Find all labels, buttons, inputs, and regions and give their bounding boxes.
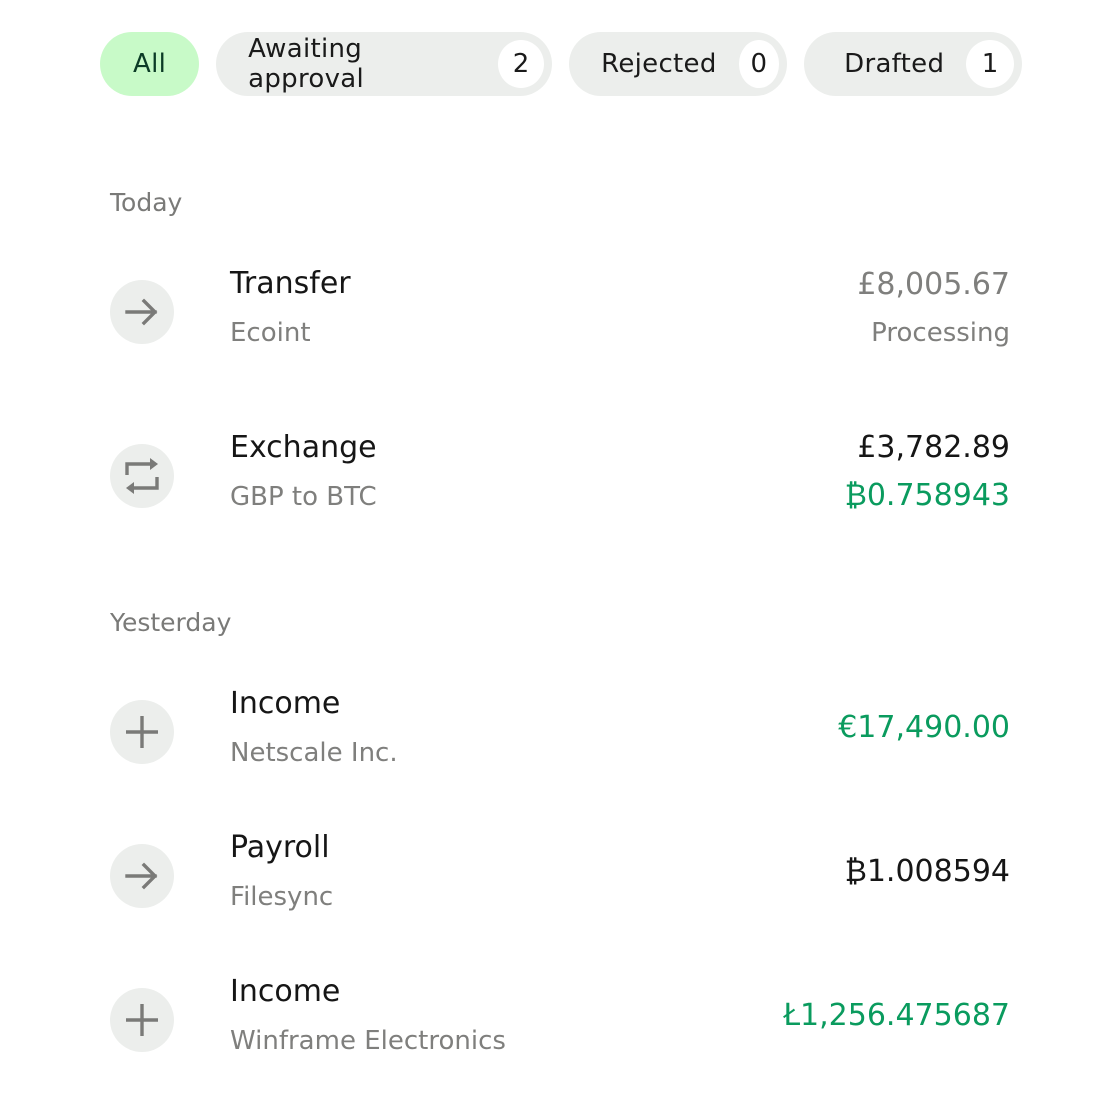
transaction-title: Income bbox=[230, 974, 341, 1009]
transaction-row[interactable]: Payroll Filesync ₿1.008594 bbox=[110, 830, 1010, 940]
transaction-row[interactable]: Income Netscale Inc. €17,490.00 bbox=[110, 686, 1010, 796]
transaction-subtitle: GBP to BTC bbox=[230, 482, 377, 512]
filter-chip-label: Awaiting approval bbox=[248, 34, 365, 94]
transaction-amount: £8,005.67 bbox=[857, 267, 1010, 302]
exchange-icon bbox=[125, 458, 159, 494]
count-badge: 2 bbox=[498, 40, 545, 88]
transaction-title: Exchange bbox=[230, 430, 377, 465]
arrow-right-icon bbox=[125, 298, 158, 326]
transaction-row[interactable]: Income Winframe Electronics Ł1,256.47568… bbox=[110, 974, 1010, 1084]
arrow-right-icon bbox=[125, 862, 158, 890]
transaction-type-icon bbox=[110, 988, 174, 1052]
transaction-secondary-amount: ₿0.758943 bbox=[844, 478, 1010, 513]
transaction-amount: €17,490.00 bbox=[838, 710, 1010, 745]
transaction-title: Transfer bbox=[230, 266, 351, 301]
transaction-subtitle: Filesync bbox=[230, 882, 334, 912]
section-label-yesterday: Yesterday bbox=[110, 608, 232, 637]
transaction-type-icon bbox=[110, 444, 174, 508]
transaction-row[interactable]: Transfer Ecoint £8,005.67 Processing bbox=[110, 266, 1010, 376]
transaction-title: Payroll bbox=[230, 830, 330, 865]
transaction-row[interactable]: Exchange GBP to BTC £3,782.89 ₿0.758943 bbox=[110, 430, 1010, 540]
plus-icon bbox=[126, 716, 158, 748]
plus-icon bbox=[126, 1004, 158, 1036]
filter-chip-awaiting-approval[interactable]: Awaiting approval 2 bbox=[216, 32, 553, 96]
transaction-amount: £3,782.89 bbox=[857, 430, 1010, 465]
transaction-amount: ₿1.008594 bbox=[844, 854, 1010, 889]
filter-chip-rejected[interactable]: Rejected 0 bbox=[569, 32, 788, 96]
filter-chip-label: Drafted bbox=[844, 49, 945, 79]
filter-bar: All Awaiting approval 2 Rejected 0 Draft… bbox=[100, 32, 1023, 96]
transaction-title: Income bbox=[230, 686, 341, 721]
transaction-type-icon bbox=[110, 844, 174, 908]
count-badge: 1 bbox=[966, 40, 1015, 88]
filter-chip-label: All bbox=[133, 49, 167, 79]
filter-chip-all[interactable]: All bbox=[100, 32, 200, 96]
count-badge: 0 bbox=[738, 40, 780, 88]
transaction-subtitle: Ecoint bbox=[230, 318, 311, 348]
transaction-subtitle: Netscale Inc. bbox=[230, 738, 398, 768]
transaction-status: Processing bbox=[871, 318, 1010, 348]
transaction-type-icon bbox=[110, 280, 174, 344]
transaction-subtitle: Winframe Electronics bbox=[230, 1026, 506, 1056]
filter-chip-label: Rejected bbox=[601, 49, 717, 79]
filter-chip-drafted[interactable]: Drafted 1 bbox=[804, 32, 1023, 96]
transaction-type-icon bbox=[110, 700, 174, 764]
section-label-today: Today bbox=[110, 188, 183, 217]
transaction-amount: Ł1,256.475687 bbox=[783, 998, 1010, 1033]
